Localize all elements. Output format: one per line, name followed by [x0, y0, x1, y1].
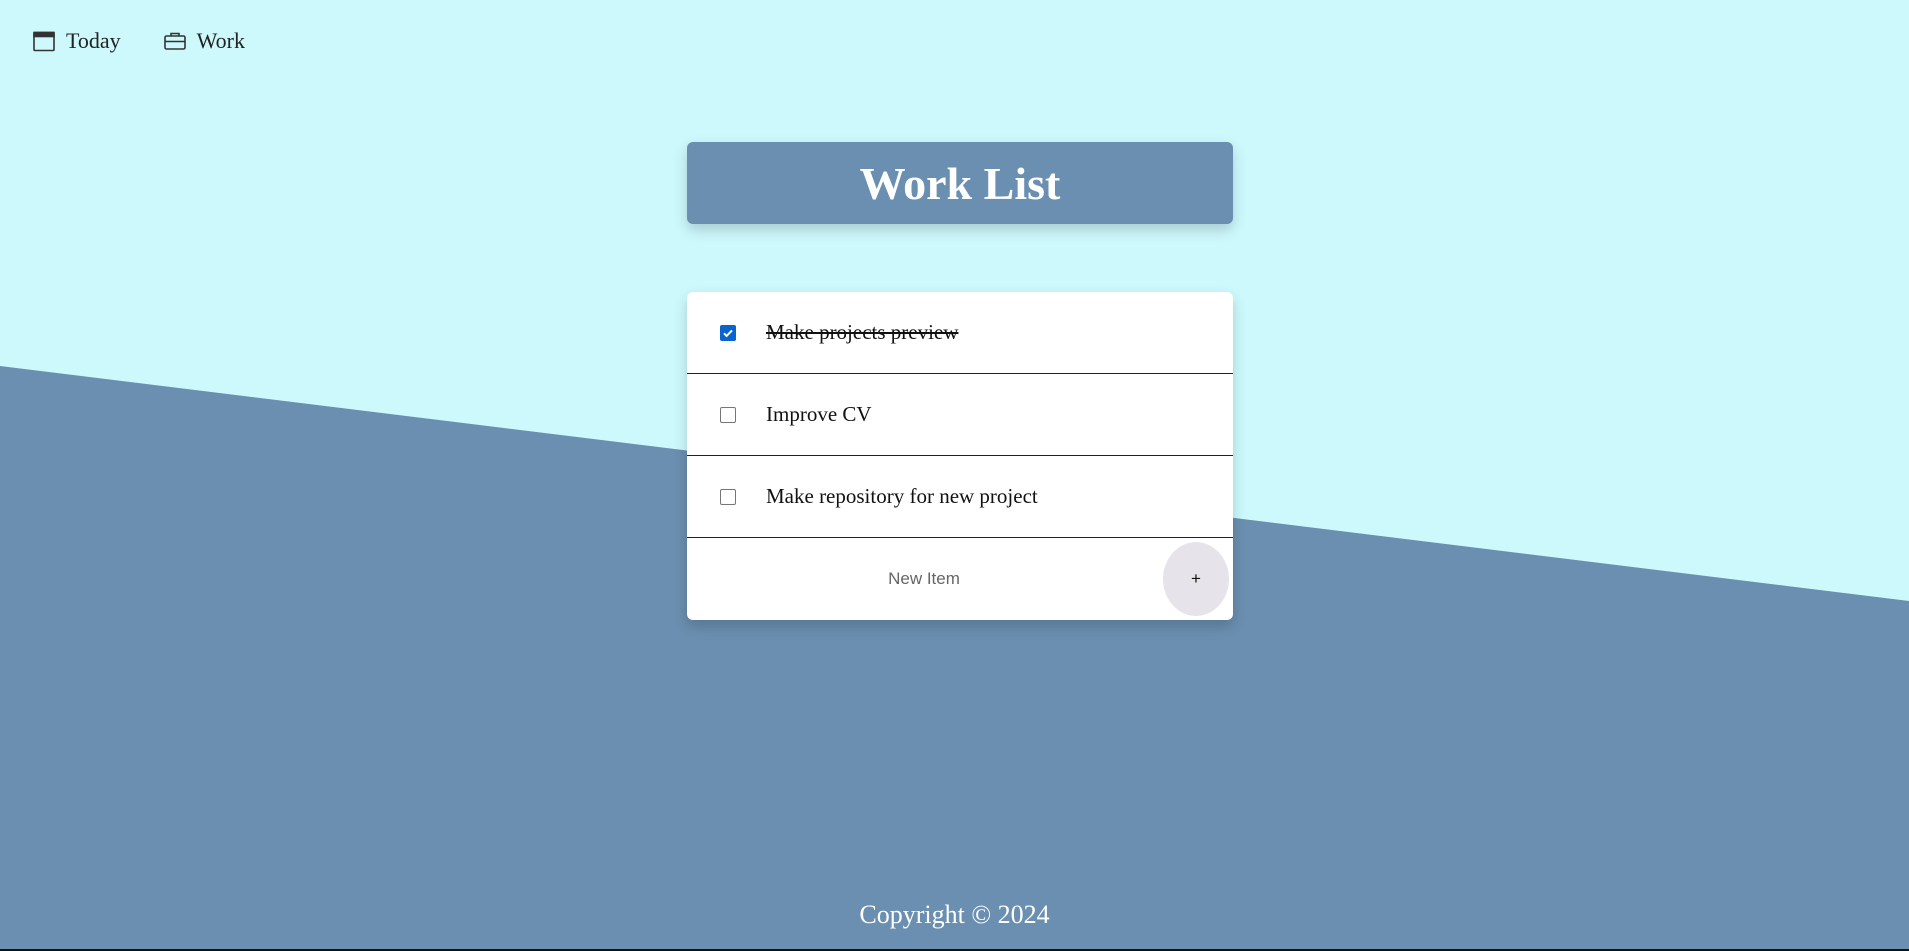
- checkmark-icon: [723, 329, 733, 337]
- page-title: Work List: [859, 157, 1061, 209]
- nav-item-label: Today: [66, 28, 121, 53]
- new-item-row: +: [687, 538, 1233, 620]
- list-item: Improve CV: [687, 374, 1233, 456]
- item-text: Improve CV: [766, 402, 872, 426]
- nav-item-work[interactable]: Work: [163, 28, 245, 54]
- item-text: Make projects preview: [766, 320, 959, 344]
- list-item: Make repository for new project: [687, 456, 1233, 538]
- calendar-icon: [32, 29, 56, 53]
- item-checkbox[interactable]: [720, 406, 736, 423]
- list-title-card: Work List: [687, 142, 1233, 224]
- add-item-button[interactable]: +: [1163, 542, 1229, 616]
- top-nav: Today Work: [32, 28, 287, 54]
- footer-copyright: Copyright © 2024: [859, 900, 1050, 929]
- todo-list: Make projects preview Improve CV Make re…: [687, 292, 1233, 620]
- item-checkbox[interactable]: [720, 324, 736, 341]
- item-text: Make repository for new project: [766, 484, 1038, 508]
- nav-item-today[interactable]: Today: [32, 28, 121, 54]
- item-checkbox[interactable]: [720, 488, 736, 505]
- list-item: Make projects preview: [687, 292, 1233, 374]
- briefcase-icon: [163, 29, 187, 53]
- nav-item-label: Work: [196, 28, 246, 53]
- new-item-input[interactable]: [687, 568, 1161, 590]
